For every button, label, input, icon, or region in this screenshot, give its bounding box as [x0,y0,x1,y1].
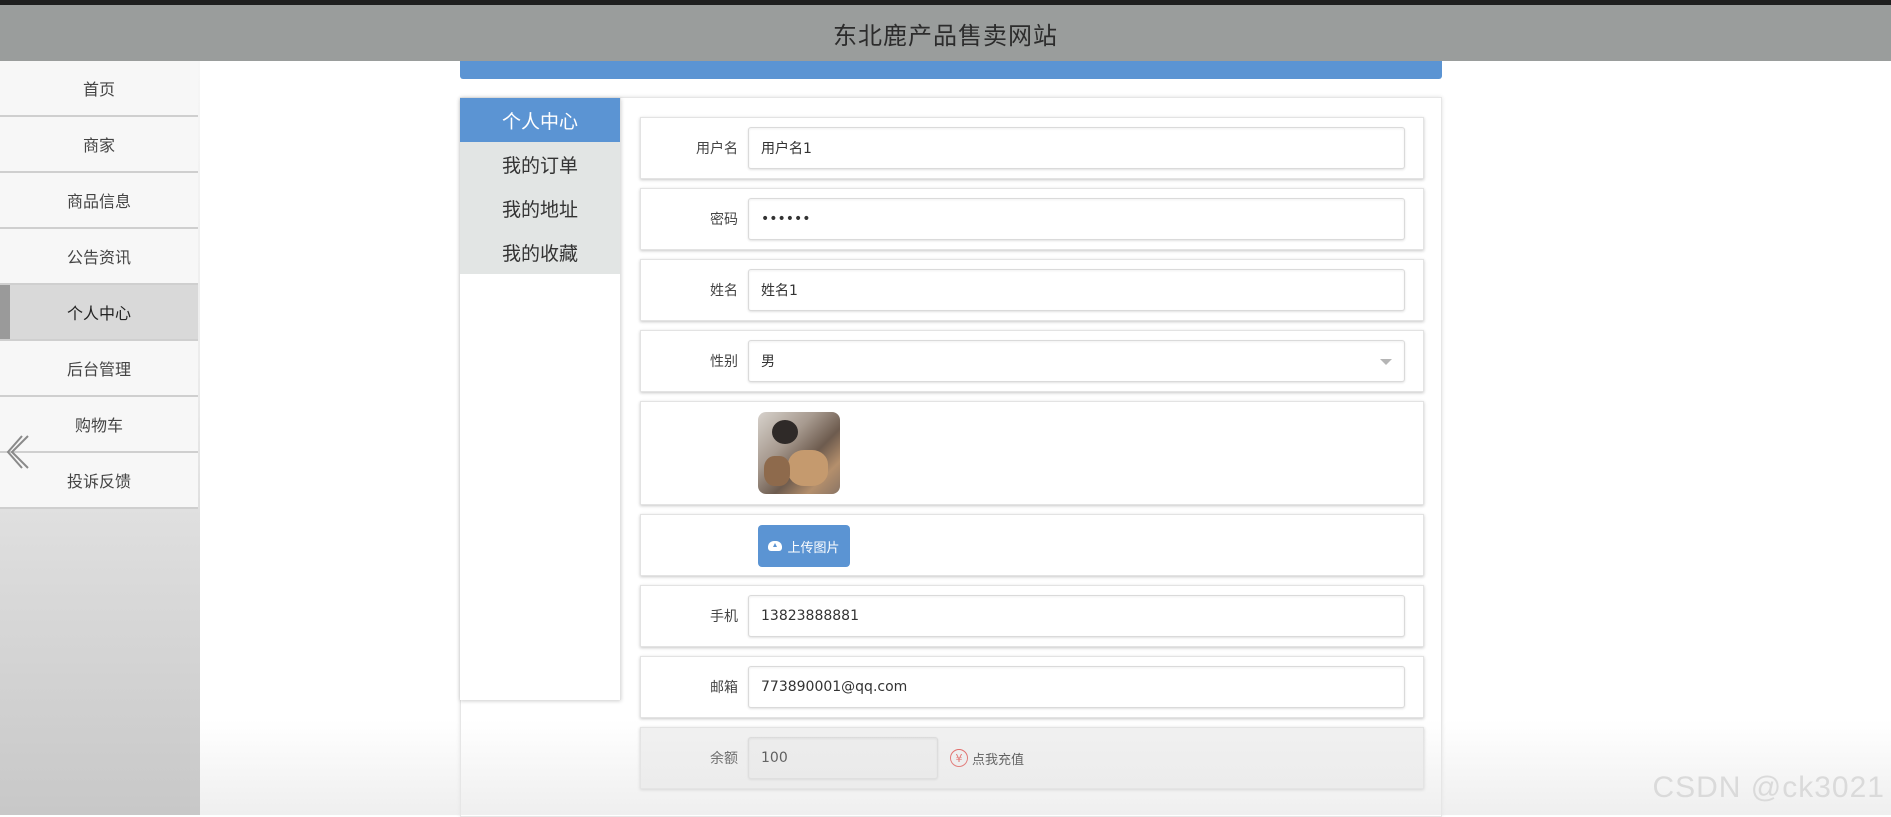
site-header: 东北鹿产品售卖网站 [0,0,1891,61]
name-input[interactable]: 姓名1 [748,269,1405,311]
name-label: 姓名 [641,280,748,300]
phone-input[interactable]: 13823888881 [748,595,1405,637]
form-row-username: 用户名 用户名1 [640,117,1424,179]
submenu-item-my-orders[interactable]: 我的订单 [460,142,620,186]
profile-form: 用户名 用户名1 密码 •••••• 姓名 姓名1 性别 男 上传图片 手机 1… [640,117,1424,798]
password-label: 密码 [641,209,748,229]
phone-label: 手机 [641,606,748,626]
watermark: CSDN @ck3021 [1652,771,1885,805]
email-label: 邮箱 [641,677,748,697]
gender-selected-value: 男 [761,351,775,371]
upload-image-button[interactable]: 上传图片 [758,525,850,567]
form-row-email: 邮箱 773890001@qq.com [640,656,1424,718]
username-label: 用户名 [641,138,748,158]
recharge-label: 点我充值 [972,749,1024,768]
form-row-gender: 性别 男 [640,330,1424,392]
gender-select[interactable]: 男 [748,340,1405,382]
gender-label: 性别 [641,351,748,371]
recharge-link[interactable]: ¥ 点我充值 [950,749,1024,768]
username-input[interactable]: 用户名1 [748,127,1405,169]
submenu-item-personal-center[interactable]: 个人中心 [460,98,620,142]
form-row-password: 密码 •••••• [640,188,1424,250]
form-row-avatar [640,401,1424,505]
avatar [758,412,840,494]
nav-item-personal-center[interactable]: 个人中心 [0,285,198,341]
cloud-upload-icon [768,541,782,551]
form-row-upload: 上传图片 [640,514,1424,576]
upload-button-label: 上传图片 [787,537,839,556]
nav-item-news[interactable]: 公告资讯 [0,229,198,285]
form-row-name: 姓名 姓名1 [640,259,1424,321]
nav-item-merchant[interactable]: 商家 [0,117,198,173]
email-input[interactable]: 773890001@qq.com [748,666,1405,708]
balance-label: 余额 [641,748,748,768]
submenu-item-my-addresses[interactable]: 我的地址 [460,186,620,230]
nav-item-products[interactable]: 商品信息 [0,173,198,229]
chevron-left-icon[interactable] [6,432,32,472]
balance-input: 100 [748,737,938,779]
nav-item-admin[interactable]: 后台管理 [0,341,198,397]
yen-icon: ¥ [950,749,968,767]
site-title: 东北鹿产品售卖网站 [833,16,1058,51]
form-row-phone: 手机 13823888881 [640,585,1424,647]
nav-item-home[interactable]: 首页 [0,61,198,117]
user-submenu: 个人中心 我的订单 我的地址 我的收藏 [460,98,621,700]
password-input[interactable]: •••••• [748,198,1405,240]
form-row-balance: 余额 100 ¥ 点我充值 [640,727,1424,789]
page-title-bar [460,61,1442,79]
chevron-down-icon [1380,359,1392,365]
submenu-item-my-favorites[interactable]: 我的收藏 [460,230,620,274]
